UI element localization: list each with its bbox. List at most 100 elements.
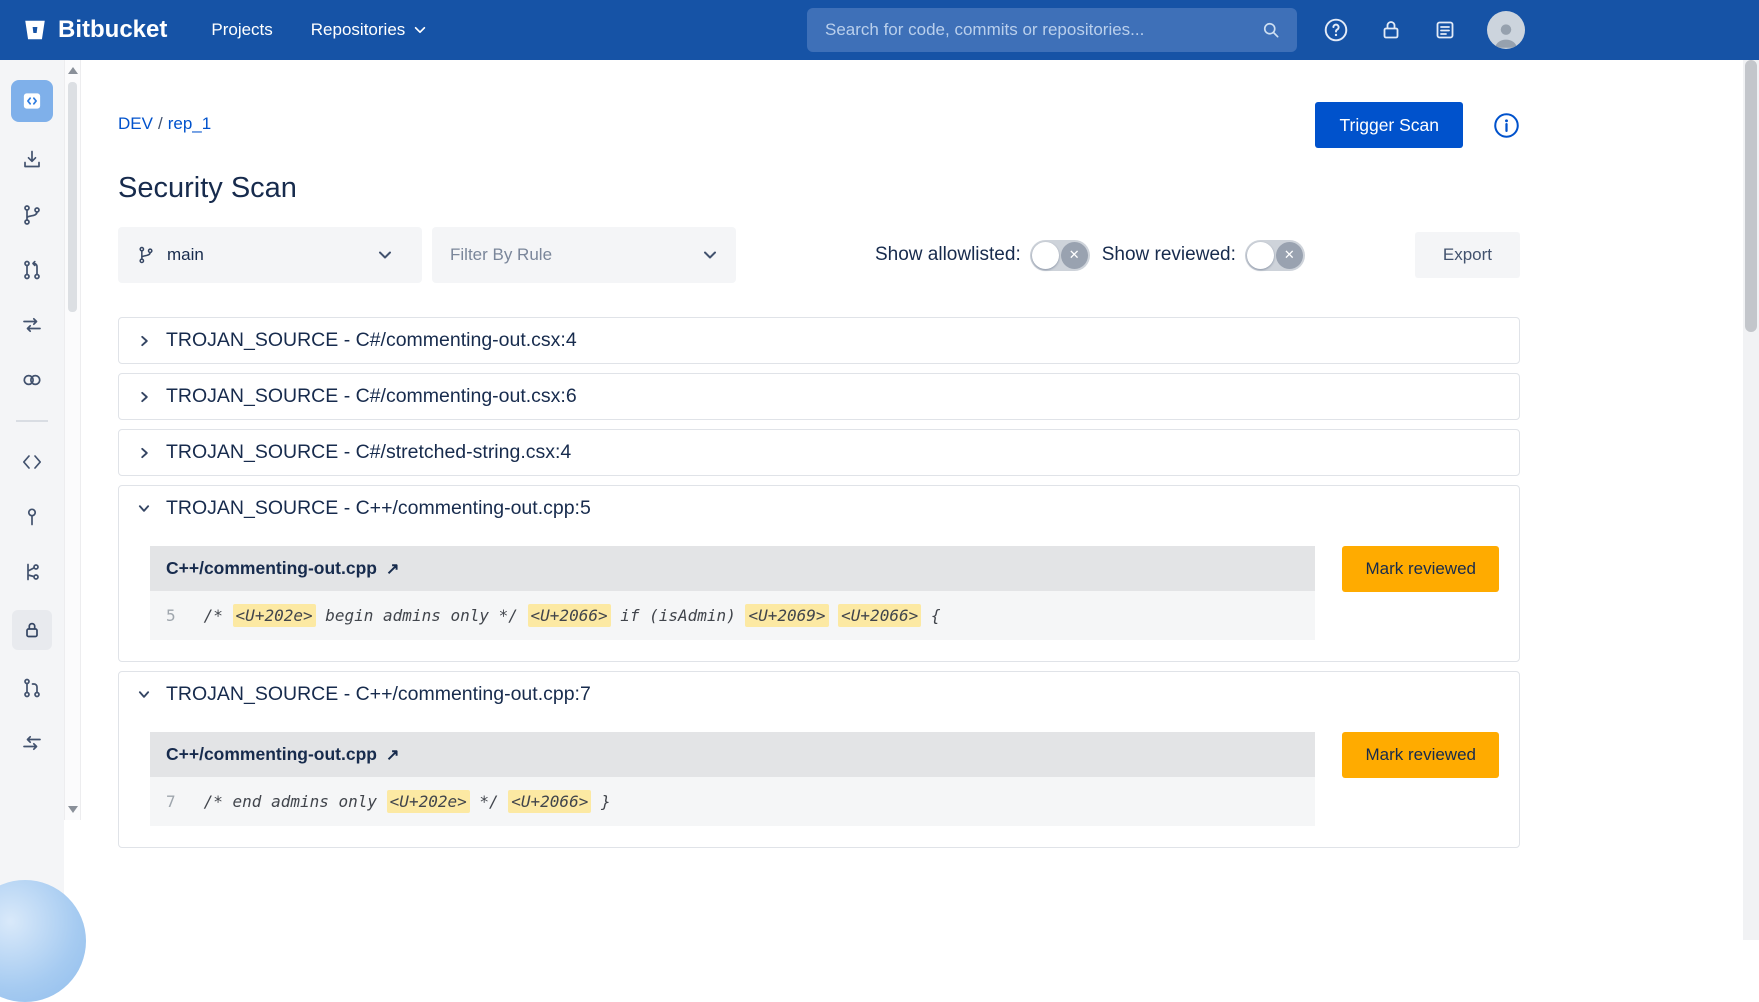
code-filename: C++/commenting-out.cpp xyxy=(166,558,377,579)
info-icon[interactable] xyxy=(1493,112,1520,139)
finding-row: TROJAN_SOURCE - C#/commenting-out.csx:6 xyxy=(118,373,1520,420)
page-title: Security Scan xyxy=(118,172,1520,205)
page-scrollbar[interactable] xyxy=(1743,60,1759,940)
branch-icon xyxy=(136,245,156,265)
sidebar-item-security-scan[interactable] xyxy=(12,610,52,650)
unicode-tag: <U+2066> xyxy=(508,790,591,813)
lock-icon[interactable] xyxy=(1379,18,1403,42)
controls-row: main Filter By Rule Show allowlisted: ✕ … xyxy=(118,227,1520,283)
sidebar-item-clone[interactable] xyxy=(15,143,49,177)
code-token: /* end admins only xyxy=(204,792,387,811)
bitbucket-brand[interactable]: Bitbucket xyxy=(22,16,167,44)
header-actions: Trigger Scan xyxy=(1315,102,1520,148)
sidebar-item-pull-requests[interactable] xyxy=(15,671,49,705)
sidebar-item-branches[interactable] xyxy=(15,555,49,589)
nav-projects-label: Projects xyxy=(211,20,272,40)
chevron-right-icon xyxy=(137,334,151,348)
branch-select[interactable]: main xyxy=(118,227,422,283)
sidebar-item-deployments[interactable] xyxy=(15,500,49,534)
main-content: DEV/rep_1 Trigger Scan Security Scan xyxy=(81,60,1743,940)
code-token: */ xyxy=(470,792,509,811)
toggle-group: Show allowlisted: ✕ Show reviewed: ✕ xyxy=(875,240,1317,271)
open-file-icon[interactable]: ↗ xyxy=(386,745,399,765)
clone-icon xyxy=(20,148,44,172)
finding-detail-panel: C++/commenting-out.cpp ↗ 7 /* end admins… xyxy=(150,732,1499,826)
sidebar-scrollbar[interactable] xyxy=(64,60,81,820)
show-reviewed-toggle[interactable]: ✕ xyxy=(1245,240,1305,271)
unicode-tag: <U+202e> xyxy=(233,604,316,627)
code-text: /* <U+202e> begin admins only */ <U+2066… xyxy=(204,606,941,625)
show-reviewed-label: Show reviewed: xyxy=(1102,244,1236,266)
help-icon[interactable] xyxy=(1323,17,1349,43)
sidebar-item-repository-avatar[interactable] xyxy=(11,80,53,122)
toggle-knob xyxy=(1032,242,1059,269)
finding-header[interactable]: TROJAN_SOURCE - C#/stretched-string.csx:… xyxy=(137,439,1501,466)
finding-row: TROJAN_SOURCE - C#/stretched-string.csx:… xyxy=(118,429,1520,476)
repository-avatar-icon xyxy=(19,88,45,114)
code-token xyxy=(829,606,839,625)
forks-icon xyxy=(20,731,44,755)
nav-repositories-label: Repositories xyxy=(311,20,406,40)
finding-title: TROJAN_SOURCE - C#/commenting-out.csx:6 xyxy=(166,385,577,408)
finding-header[interactable]: TROJAN_SOURCE - C#/commenting-out.csx:4 xyxy=(137,327,1501,354)
code-token: /* xyxy=(204,606,233,625)
rule-filter-placeholder: Filter By Rule xyxy=(450,245,702,265)
code-token: begin admins only */ xyxy=(316,606,528,625)
export-button[interactable]: Export xyxy=(1415,232,1520,278)
code-file-header: C++/commenting-out.cpp ↗ xyxy=(150,546,1315,591)
chevron-right-icon xyxy=(137,446,151,460)
chevron-down-icon xyxy=(702,247,718,263)
compare-icon xyxy=(20,313,44,337)
deployments-icon xyxy=(20,505,44,529)
finding-header[interactable]: TROJAN_SOURCE - C++/commenting-out.cpp:7 xyxy=(137,681,1501,708)
chevron-down-icon xyxy=(413,23,427,37)
scroll-up-arrow[interactable] xyxy=(68,67,78,74)
trigger-scan-button[interactable]: Trigger Scan xyxy=(1315,102,1463,148)
code-text: /* end admins only <U+202e> */ <U+2066> … xyxy=(204,792,611,811)
sidebar-item-compare[interactable] xyxy=(15,308,49,342)
security-lock-icon xyxy=(20,618,44,642)
unicode-tag: <U+2066> xyxy=(528,604,611,627)
nav-menu: Projects Repositories xyxy=(211,20,427,40)
sidebar-item-branch[interactable] xyxy=(15,198,49,232)
scroll-down-arrow[interactable] xyxy=(68,806,78,813)
show-allowlisted-toggle[interactable]: ✕ xyxy=(1030,240,1090,271)
code-token: { xyxy=(921,606,940,625)
open-file-icon[interactable]: ↗ xyxy=(386,559,399,579)
breadcrumb-repo-link[interactable]: rep_1 xyxy=(168,114,211,133)
left-sidebar xyxy=(0,60,64,940)
search-icon[interactable] xyxy=(1261,20,1281,40)
nav-item-repositories[interactable]: Repositories xyxy=(311,20,428,40)
sidebar-item-pull-request[interactable] xyxy=(15,253,49,287)
search-bar[interactable] xyxy=(807,8,1297,52)
page-header: DEV/rep_1 Trigger Scan xyxy=(118,102,1520,148)
avatar[interactable] xyxy=(1487,11,1525,49)
toggle-off-icon: ✕ xyxy=(1276,242,1303,269)
unicode-tag: <U+202e> xyxy=(387,790,470,813)
page-scrollbar-thumb[interactable] xyxy=(1745,60,1757,332)
finding-header[interactable]: TROJAN_SOURCE - C++/commenting-out.cpp:5 xyxy=(137,495,1501,522)
code-line-number: 5 xyxy=(166,606,176,625)
search-input[interactable] xyxy=(823,19,1261,41)
rule-filter-select[interactable]: Filter By Rule xyxy=(432,227,736,283)
chevron-down-icon xyxy=(137,688,151,701)
nav-item-projects[interactable]: Projects xyxy=(211,20,272,40)
finding-row-expanded: TROJAN_SOURCE - C++/commenting-out.cpp:5… xyxy=(118,485,1520,662)
mark-reviewed-button[interactable]: Mark reviewed xyxy=(1342,546,1499,592)
breadcrumb-project-link[interactable]: DEV xyxy=(118,114,153,133)
finding-header[interactable]: TROJAN_SOURCE - C#/commenting-out.csx:6 xyxy=(137,383,1501,410)
unicode-tag: <U+2066> xyxy=(838,604,921,627)
nav-right-icons xyxy=(1323,11,1525,49)
breadcrumb-separator: / xyxy=(153,114,168,133)
show-allowlisted-label: Show allowlisted: xyxy=(875,244,1021,266)
feedback-icon[interactable] xyxy=(1433,18,1457,42)
mark-reviewed-button[interactable]: Mark reviewed xyxy=(1342,732,1499,778)
sidebar-item-commits[interactable] xyxy=(15,363,49,397)
code-line-number: 7 xyxy=(166,792,176,811)
chevron-down-icon xyxy=(377,247,393,263)
floating-help-bubble[interactable] xyxy=(0,880,86,1002)
sidebar-item-forks[interactable] xyxy=(15,726,49,760)
breadcrumb: DEV/rep_1 xyxy=(118,102,211,134)
sidebar-item-source[interactable] xyxy=(15,445,49,479)
sidebar-scrollbar-thumb[interactable] xyxy=(68,82,77,312)
